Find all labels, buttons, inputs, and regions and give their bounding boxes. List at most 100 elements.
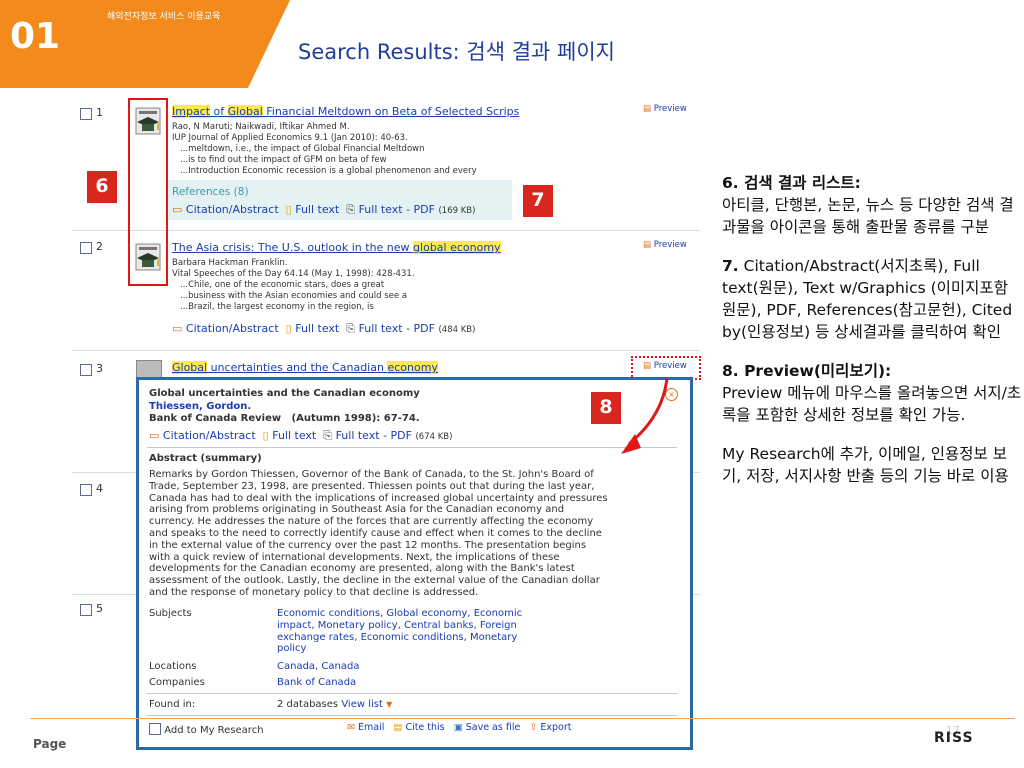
section-7-number: 7. <box>722 257 739 275</box>
subject-links[interactable]: Economic conditions, Global economy, Eco… <box>277 608 522 620</box>
found-in-count: 2 databases <box>277 699 339 710</box>
add-label: Add to My Research <box>164 725 264 736</box>
preview-link-3[interactable]: ▤ Preview <box>643 361 687 371</box>
callout-badge-7: 7 <box>522 184 554 218</box>
companies-label: Companies <box>149 677 205 688</box>
fulltext-link[interactable]: Full text <box>272 429 316 442</box>
result-meta-1: Rao, N Maruti; Naikwadi, Iftikar Ahmed M… <box>172 122 477 177</box>
popup-source: Bank of Canada Review (Autumn 1998): 67-… <box>149 413 420 424</box>
fulltext-icon: ▯ <box>285 322 292 335</box>
abstract-line: in the external value of the currency ov… <box>149 539 587 551</box>
riss-logo: RISS <box>934 730 974 746</box>
abstract-line: and the response of monetary policy to t… <box>149 586 479 598</box>
icon-column-highlight <box>128 98 168 286</box>
source: Vital Speeches of the Day 64.14 (May 1, … <box>172 269 415 279</box>
pdf-link[interactable]: Full text - PDF <box>336 429 412 442</box>
title-text: of <box>210 105 228 118</box>
popup-links: ▭ Citation/Abstract ▯ Full text ⎘ Full t… <box>149 429 452 443</box>
pdf-size: (674 KB) <box>415 432 453 442</box>
email-link[interactable]: Email <box>358 722 384 733</box>
section-6-heading: 6. 검색 결과 리스트: <box>722 174 861 192</box>
abstract-line: with a quick review of international dev… <box>149 551 560 563</box>
preview-label: Preview <box>653 104 687 114</box>
abstract-text: Remarks by Gordon Thiessen, Governor of … <box>149 469 608 599</box>
subject-links[interactable]: exchange rates, Economic conditions, Mon… <box>277 632 522 644</box>
result-title-2[interactable]: The Asia crisis: The U.S. outlook in the… <box>172 241 501 254</box>
abstract-line: assessment of the outlook. Lastly, the d… <box>149 575 600 587</box>
view-list-link[interactable]: View list <box>341 699 383 710</box>
select-checkbox[interactable] <box>80 108 92 120</box>
result-number: 2 <box>96 240 103 253</box>
fulltext-icon: ▯ <box>262 429 269 442</box>
title-highlight: Global <box>172 361 208 374</box>
section-8-heading: 8. Preview(미리보기): <box>722 362 892 380</box>
locations-value[interactable]: Canada, Canada <box>277 661 359 672</box>
pdf-icon: ⎘ <box>323 429 333 442</box>
result-title-3[interactable]: Global uncertainties and the Canadian ec… <box>172 361 438 374</box>
footer-divider <box>30 718 1015 719</box>
citation-icon: ▭ <box>149 429 160 442</box>
snippet: ...is to find out the impact of GFM on b… <box>180 155 387 165</box>
email-icon: ✉ <box>347 722 355 733</box>
divider <box>147 693 677 694</box>
fulltext-link[interactable]: Full text <box>295 203 339 216</box>
pdf-link[interactable]: Full text - PDF <box>359 203 435 216</box>
select-checkbox[interactable] <box>80 242 92 254</box>
explanation-panel: 6. 검색 결과 리스트: 아티클, 단행본, 논문, 뉴스 등 다양한 검색 … <box>722 172 1022 504</box>
page-title: Search Results: 검색 결과 페이지 <box>298 40 615 64</box>
section-8-body: Preview 메뉴에 마우스를 올려놓으면 서지/초록을 포함한 상세한 정보… <box>722 384 1022 424</box>
subjects-list: Economic conditions, Global economy, Eco… <box>277 608 522 655</box>
result-links-1: ▭ Citation/Abstract ▯ Full text ⎘ Full t… <box>172 203 475 217</box>
save-link[interactable]: Save as file <box>466 722 521 733</box>
subject-links[interactable]: policy <box>277 643 522 655</box>
add-checkbox[interactable] <box>149 723 161 735</box>
popup-author[interactable]: Thiessen, Gordon. <box>149 401 251 412</box>
arrow-icon <box>621 377 669 454</box>
section-7-body: Citation/Abstract(서지초록), Full text(원문), … <box>722 257 1013 341</box>
document-icon <box>136 360 162 378</box>
subject-links[interactable]: impact, Monetary policy, Central banks, … <box>277 620 522 632</box>
cite-link[interactable]: Cite this <box>405 722 444 733</box>
section-9-body: My Research에 추가, 이메일, 인용정보 보기, 저장, 서지사항 … <box>722 445 1009 485</box>
abstract-line: and speaks to the need to correctly iden… <box>149 527 602 539</box>
slide-subtitle: 해외전자정보 서비스 이용교육 <box>107 12 221 22</box>
result-number: 5 <box>96 602 103 615</box>
companies-value[interactable]: Bank of Canada <box>277 677 356 688</box>
add-to-my-research[interactable]: Add to My Research <box>149 723 264 736</box>
citation-icon: ▭ <box>172 203 183 216</box>
preview-icon: ▤ <box>643 240 652 250</box>
preview-link-1[interactable]: ▤ Preview <box>643 104 687 114</box>
pdf-link[interactable]: Full text - PDF <box>359 322 435 335</box>
popup-title: Global uncertainties and the Canadian ec… <box>149 388 420 399</box>
select-checkbox[interactable] <box>80 364 92 376</box>
preview-popup: Global uncertainties and the Canadian ec… <box>136 377 693 750</box>
snippet: ...Brazil, the largest economy in the re… <box>180 302 374 312</box>
select-checkbox[interactable] <box>80 604 92 616</box>
snippet: ...meltdown, i.e., the impact of Global … <box>180 144 425 154</box>
title-text: uncertainties and the Canadian <box>207 361 388 374</box>
preview-icon: ▤ <box>643 104 652 114</box>
locations-label: Locations <box>149 661 197 672</box>
title-highlight: Global <box>227 105 263 118</box>
citation-abstract-link[interactable]: Citation/Abstract <box>163 429 256 442</box>
result-number: 3 <box>96 362 103 375</box>
authors: Barbara Hackman Franklin. <box>172 258 288 268</box>
chevron-down-icon[interactable]: ▼ <box>386 700 392 709</box>
abstract-line: currency. He addresses the nature of the… <box>149 516 594 528</box>
citation-abstract-link[interactable]: Citation/Abstract <box>186 203 279 216</box>
pdf-icon: ⎘ <box>346 322 356 335</box>
export-icon: ⇪ <box>529 722 538 733</box>
result-meta-2: Barbara Hackman Franklin. Vital Speeches… <box>172 258 414 313</box>
section-6-body: 아티클, 단행본, 논문, 뉴스 등 다양한 검색 결과물을 아이콘을 통해 출… <box>722 196 1014 236</box>
select-checkbox[interactable] <box>80 484 92 496</box>
source: IUP Journal of Applied Economics 9.1 (Ja… <box>172 133 408 143</box>
export-link[interactable]: Export <box>540 722 571 733</box>
row-divider <box>72 350 700 351</box>
result-links-2: ▭ Citation/Abstract ▯ Full text ⎘ Full t… <box>172 322 475 336</box>
citation-abstract-link[interactable]: Citation/Abstract <box>186 322 279 335</box>
references-link[interactable]: References (8) <box>172 186 249 198</box>
fulltext-link[interactable]: Full text <box>295 322 339 335</box>
result-title-1[interactable]: Impact of Global Financial Meltdown on B… <box>172 105 519 118</box>
preview-link-2[interactable]: ▤ Preview <box>643 240 687 250</box>
divider <box>147 715 677 716</box>
